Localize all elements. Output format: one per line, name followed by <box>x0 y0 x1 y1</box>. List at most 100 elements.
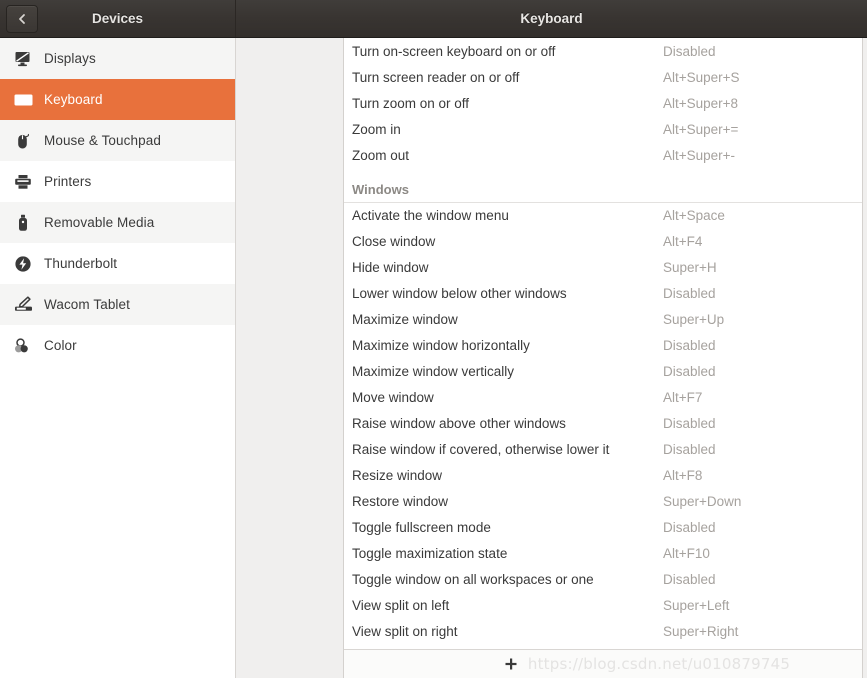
sidebar-item-mouse-touchpad[interactable]: Mouse & Touchpad <box>0 120 235 161</box>
usb-drive-icon <box>11 213 35 233</box>
sidebar-item-displays[interactable]: Displays <box>0 38 235 79</box>
shortcut-row[interactable]: Resize window Alt+F8 <box>344 462 862 488</box>
content-area: Turn on-screen keyboard on or off Disable… <box>236 38 867 678</box>
shortcut-row[interactable]: Toggle window on all workspaces or one Di… <box>344 566 862 592</box>
sidebar-item-label: Removable Media <box>44 215 155 230</box>
back-button[interactable] <box>6 4 38 33</box>
sidebar-item-label: Color <box>44 338 77 353</box>
shortcut-row[interactable]: Zoom out Alt+Super+- <box>344 142 862 168</box>
shortcut-row[interactable]: Maximize window Super+Up <box>344 306 862 332</box>
shortcut-row[interactable]: Lower window below other windows Disabled <box>344 280 862 306</box>
shortcut-row[interactable]: Turn zoom on or off Alt+Super+8 <box>344 90 862 116</box>
add-shortcut-button[interactable] <box>498 653 524 675</box>
shortcut-row[interactable]: Maximize window horizontally Disabled <box>344 332 862 358</box>
shortcut-accelerator: Disabled <box>663 285 716 301</box>
shortcut-accelerator: Super+H <box>663 259 717 275</box>
header-bar: Devices Keyboard <box>0 0 867 38</box>
header-right-pane: Keyboard <box>236 0 867 37</box>
shortcut-name: Turn zoom on or off <box>352 95 470 111</box>
shortcut-accelerator: Disabled <box>663 441 716 457</box>
sidebar-item-label: Thunderbolt <box>44 256 118 271</box>
plus-icon <box>504 657 518 671</box>
sidebar-item-label: Wacom Tablet <box>44 297 130 312</box>
shortcut-row[interactable]: Activate the window menu Alt+Space <box>344 202 862 228</box>
shortcut-accelerator: Disabled <box>663 363 716 379</box>
mouse-icon <box>11 131 35 151</box>
shortcut-name: View split on left <box>352 597 450 613</box>
shortcut-accelerator: Disabled <box>663 571 716 587</box>
sidebar-item-label: Keyboard <box>44 92 103 107</box>
shortcut-name: Hide window <box>352 259 429 275</box>
shortcut-name: View split on right <box>352 623 458 639</box>
shortcut-name: Zoom out <box>352 147 410 163</box>
shortcuts-list[interactable]: Turn on-screen keyboard on or off Disable… <box>344 38 862 649</box>
shortcut-name: Restore window <box>352 493 449 509</box>
keyboard-icon <box>11 90 35 110</box>
shortcut-row[interactable]: Turn screen reader on or off Alt+Super+S <box>344 64 862 90</box>
shortcut-row[interactable]: Hide window Super+H <box>344 254 862 280</box>
shortcut-row[interactable]: Raise window above other windows Disabled <box>344 410 862 436</box>
shortcut-name: Lower window below other windows <box>352 285 567 301</box>
shortcut-row[interactable]: Zoom in Alt+Super+= <box>344 116 862 142</box>
shortcut-row[interactable]: View split on right Super+Right <box>344 618 862 644</box>
sidebar[interactable]: Displays Keyboard Mouse & Touchpad Printers… <box>0 38 236 678</box>
shortcut-row[interactable]: Restore window Super+Down <box>344 488 862 514</box>
shortcut-row[interactable]: Raise window if covered, otherwise lower… <box>344 436 862 462</box>
watermark-text: https://blog.csdn.net/u010879745 <box>527 655 791 673</box>
thunderbolt-icon <box>11 254 35 274</box>
shortcut-accelerator: Alt+Space <box>663 208 725 223</box>
shortcut-name: Toggle fullscreen mode <box>352 519 491 535</box>
shortcut-row[interactable]: Move window Alt+F7 <box>344 384 862 410</box>
sidebar-item-printers[interactable]: Printers <box>0 161 235 202</box>
shortcut-accelerator: Alt+Super+8 <box>663 95 739 111</box>
section-title: Windows <box>352 182 409 197</box>
shortcut-accelerator: Alt+F7 <box>663 389 703 405</box>
settings-window: Devices Keyboard Displays Keyboard Mouse &… <box>0 0 867 678</box>
sidebar-item-thunderbolt[interactable]: Thunderbolt <box>0 243 235 284</box>
shortcut-name: Turn screen reader on or off <box>352 69 520 85</box>
shortcut-accelerator: Alt+Super+- <box>663 147 736 163</box>
shortcut-accelerator: Alt+F8 <box>663 467 703 483</box>
page-title: Keyboard <box>520 11 583 26</box>
sidebar-item-label: Printers <box>44 174 92 189</box>
sidebar-item-label: Mouse & Touchpad <box>44 133 161 148</box>
printer-icon <box>11 172 35 192</box>
sidebar-item-color[interactable]: Color <box>0 325 235 366</box>
shortcut-name: Maximize window <box>352 311 458 327</box>
color-profile-icon <box>11 336 35 356</box>
sidebar-item-keyboard[interactable]: Keyboard <box>0 79 235 120</box>
shortcut-accelerator: Disabled <box>663 43 716 59</box>
shortcut-accelerator: Disabled <box>663 519 716 535</box>
list-toolbar: https://blog.csdn.net/u010879745 <box>344 649 862 678</box>
shortcut-name: Toggle window on all workspaces or one <box>352 571 594 587</box>
chevron-left-icon <box>16 12 28 26</box>
shortcut-accelerator: Alt+F10 <box>663 545 710 561</box>
shortcut-name: Maximize window vertically <box>352 363 515 379</box>
shortcut-accelerator: Disabled <box>663 415 716 431</box>
shortcut-name: Zoom in <box>352 121 401 137</box>
header-left-pane: Devices <box>0 0 236 37</box>
shortcut-row[interactable]: View split on left Super+Left <box>344 592 862 618</box>
display-icon <box>11 49 35 69</box>
shortcut-accelerator: Disabled <box>663 337 716 353</box>
shortcut-name: Move window <box>352 389 434 405</box>
shortcut-accelerator: Super+Down <box>663 493 742 509</box>
sidebar-item-removable-media[interactable]: Removable Media <box>0 202 235 243</box>
shortcut-name: Turn on-screen keyboard on or off <box>352 43 556 59</box>
shortcut-name: Activate the window menu <box>352 208 509 223</box>
sidebar-item-wacom-tablet[interactable]: Wacom Tablet <box>0 284 235 325</box>
shortcut-name: Resize window <box>352 467 443 483</box>
shortcut-accelerator: Super+Left <box>663 597 730 613</box>
shortcut-accelerator: Alt+F4 <box>663 233 703 249</box>
shortcut-row[interactable]: Turn on-screen keyboard on or off Disable… <box>344 38 862 64</box>
body-area: Displays Keyboard Mouse & Touchpad Printers… <box>0 38 867 678</box>
shortcut-accelerator: Super+Right <box>663 623 739 639</box>
shortcut-row[interactable]: Toggle fullscreen mode Disabled <box>344 514 862 540</box>
shortcut-row[interactable]: Toggle maximization state Alt+F10 <box>344 540 862 566</box>
shortcut-name: Toggle maximization state <box>352 545 508 561</box>
shortcut-name: Maximize window horizontally <box>352 337 530 353</box>
shortcut-row[interactable]: Maximize window vertically Disabled <box>344 358 862 384</box>
shortcut-row[interactable]: Close window Alt+F4 <box>344 228 862 254</box>
shortcut-name: Raise window above other windows <box>352 415 566 431</box>
shortcut-name: Close window <box>352 233 436 249</box>
